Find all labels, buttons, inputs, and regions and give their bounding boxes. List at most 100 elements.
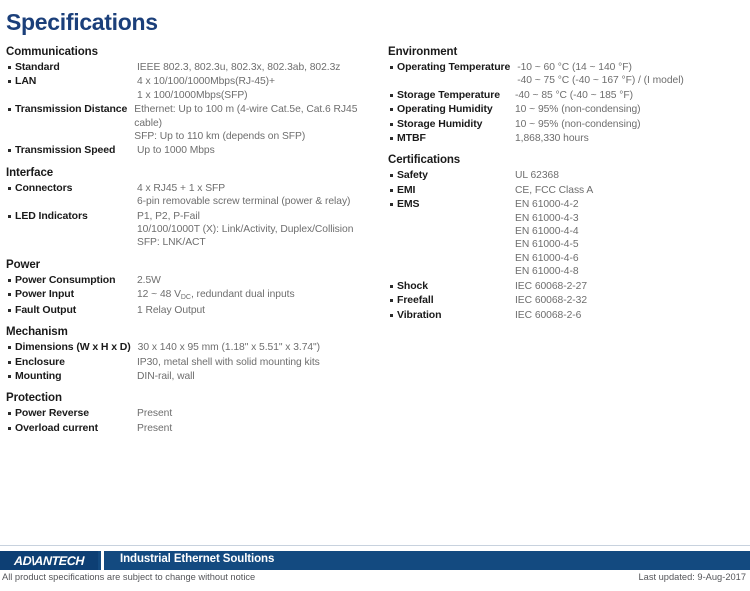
spec-value: IEC 60068-2-6 — [515, 309, 582, 321]
spec-row: Safety UL 62368 — [388, 169, 748, 182]
bullet-icon — [6, 288, 15, 296]
spec-value: 2.5W — [137, 274, 161, 286]
spec-label: Storage Temperature — [397, 88, 500, 101]
footer-brand-bar — [0, 551, 750, 570]
spec-value: 1,868,330 hours — [515, 133, 589, 145]
right-spec-column: Environment Operating Temperature -10 ~ 60… — [388, 46, 748, 323]
bullet-icon — [6, 61, 15, 69]
bullet-icon — [6, 356, 15, 364]
spec-section: Power Power Consumption 2.5W Power Input 12 … — [6, 259, 378, 317]
section-heading: Environment — [388, 46, 458, 58]
bullet-icon — [6, 274, 15, 282]
spec-value: 10 ~ 95% (non-condensing) — [515, 118, 641, 130]
spec-label: Transmission Distance — [15, 103, 128, 116]
spec-value: 4 x RJ45 + 1 x SFP 6-pin removable screw… — [137, 182, 351, 208]
spec-label: LED Indicators — [15, 209, 88, 222]
specification-page: Specifications Communications Standard IEE… — [0, 0, 750, 591]
bullet-icon — [388, 198, 397, 206]
spec-label: MTBF — [397, 132, 426, 145]
bullet-icon — [6, 341, 15, 349]
spec-section: Mechanism Dimensions (W x H x D) 30 x 140 … — [6, 326, 378, 383]
bullet-icon — [6, 422, 15, 430]
spec-row: EMS EN 61000-4-2 EN 61000-4-3 EN 61000-4-… — [388, 198, 748, 278]
bullet-icon — [6, 370, 15, 378]
spec-value: IEC 60068-2-32 — [515, 295, 587, 307]
spec-section: Certifications Safety UL 62368 EMI CE, FCC C… — [388, 154, 748, 321]
bullet-icon — [6, 304, 15, 312]
spec-row: MTBF 1,868,330 hours — [388, 132, 748, 145]
spec-value: Present — [137, 422, 173, 434]
bullet-icon — [6, 210, 15, 218]
bullet-icon — [6, 103, 15, 111]
spec-value: IP30, metal shell with solid mounting ki… — [137, 356, 320, 368]
spec-label: Connectors — [15, 181, 73, 194]
bullet-icon — [388, 118, 397, 126]
spec-label: Storage Humidity — [397, 117, 483, 130]
spec-value: -10 ~ 60 °C (14 ~ 140 °F) -40 ~ 75 °C (-… — [517, 62, 684, 87]
spec-row: Operating Temperature -10 ~ 60 °C (14 ~ 1… — [388, 61, 748, 88]
spec-row: Dimensions (W x H x D) 30 x 140 x 95 mm (… — [6, 341, 378, 354]
page-title: Specifications — [6, 9, 158, 35]
spec-row: Standard IEEE 802.3, 802.3u, 802.3x, 802.… — [6, 61, 378, 74]
spec-row: Operating Humidity 10 ~ 95% (non-condensi… — [388, 103, 748, 116]
spec-section: Protection Power Reverse Present Overload c… — [6, 392, 378, 435]
section-heading: Mechanism — [6, 326, 68, 339]
section-heading: Communications — [6, 46, 98, 58]
bullet-icon — [388, 280, 397, 288]
spec-row: Storage Temperature -40 ~ 85 °C (-40 ~ 18… — [388, 89, 748, 102]
spec-value: P1, P2, P-Fail 10/100/1000T (X): Link/Ac… — [137, 210, 354, 249]
bullet-icon — [388, 61, 397, 69]
spec-label: Vibration — [397, 308, 442, 321]
spec-label: Standard — [15, 61, 60, 73]
spec-section: Communications Standard IEEE 802.3, 802.3u… — [6, 46, 378, 158]
spec-row: Vibration IEC 60068-2-6 — [388, 309, 748, 322]
spec-value: DIN-rail, wall — [137, 370, 195, 382]
spec-label: Power Reverse — [15, 407, 89, 420]
spec-row: Overload current Present — [6, 422, 378, 435]
bullet-icon — [6, 75, 15, 83]
bullet-icon — [388, 294, 397, 302]
spec-value: IEC 60068-2-27 — [515, 280, 587, 292]
spec-label: Fault Output — [15, 303, 77, 316]
advantech-logo-text: AD\ANTECH — [13, 553, 85, 568]
spec-label: Power Input — [15, 288, 74, 301]
spec-section: Environment Operating Temperature -10 ~ 60… — [388, 46, 748, 145]
bullet-icon — [388, 169, 397, 177]
section-heading: Certifications — [388, 154, 461, 167]
spec-value: UL 62368 — [515, 170, 559, 182]
spec-value: CE, FCC Class A — [515, 184, 594, 196]
spec-row: Freefall IEC 60068-2-32 — [388, 294, 748, 307]
bullet-icon — [6, 182, 15, 190]
spec-label: Enclosure — [15, 355, 65, 368]
spec-value: Ethernet: Up to 100 m (4-wire Cat.5e, Ca… — [134, 104, 358, 143]
spec-section: Interface Connectors 4 x RJ45 + 1 x SFP 6-… — [6, 167, 378, 250]
spec-label: Mounting — [15, 369, 62, 382]
spec-label: Operating Humidity — [397, 103, 493, 116]
bullet-icon — [388, 89, 397, 97]
spec-value: 1 Relay Output — [137, 304, 205, 316]
spec-label: Safety — [397, 169, 428, 182]
spec-row: Shock IEC 60068-2-27 — [388, 280, 748, 293]
bullet-icon — [6, 407, 15, 415]
spec-row: EMI CE, FCC Class A — [388, 184, 748, 197]
footer-tagline: Industrial Ethernet Soultions — [120, 553, 275, 565]
spec-label: LAN — [15, 75, 37, 88]
footer-divider — [0, 545, 750, 546]
spec-label: Operating Temperature — [397, 61, 511, 73]
spec-label: Overload current — [15, 421, 99, 434]
spec-value: Present — [137, 408, 173, 420]
bullet-icon — [388, 184, 397, 192]
spec-value: IEEE 802.3, 802.3u, 802.3x, 802.3ab, 802… — [137, 62, 341, 73]
spec-label: Dimensions (W x H x D) — [15, 341, 131, 354]
bullet-icon — [388, 309, 397, 317]
bullet-icon — [388, 132, 397, 140]
spec-label: EMS — [397, 198, 420, 211]
spec-value: EN 61000-4-2 EN 61000-4-3 EN 61000-4-4 E… — [515, 199, 579, 278]
logo-divider — [101, 551, 104, 570]
spec-value: 10 ~ 95% (non-condensing) — [515, 104, 641, 116]
section-heading: Interface — [6, 166, 54, 179]
spec-row: Power Consumption 2.5W — [6, 274, 378, 287]
spec-row: Connectors 4 x RJ45 + 1 x SFP 6-pin remov… — [6, 182, 378, 209]
advantech-logo: AD\ANTECH — [0, 551, 98, 570]
spec-label: EMI — [397, 183, 416, 196]
